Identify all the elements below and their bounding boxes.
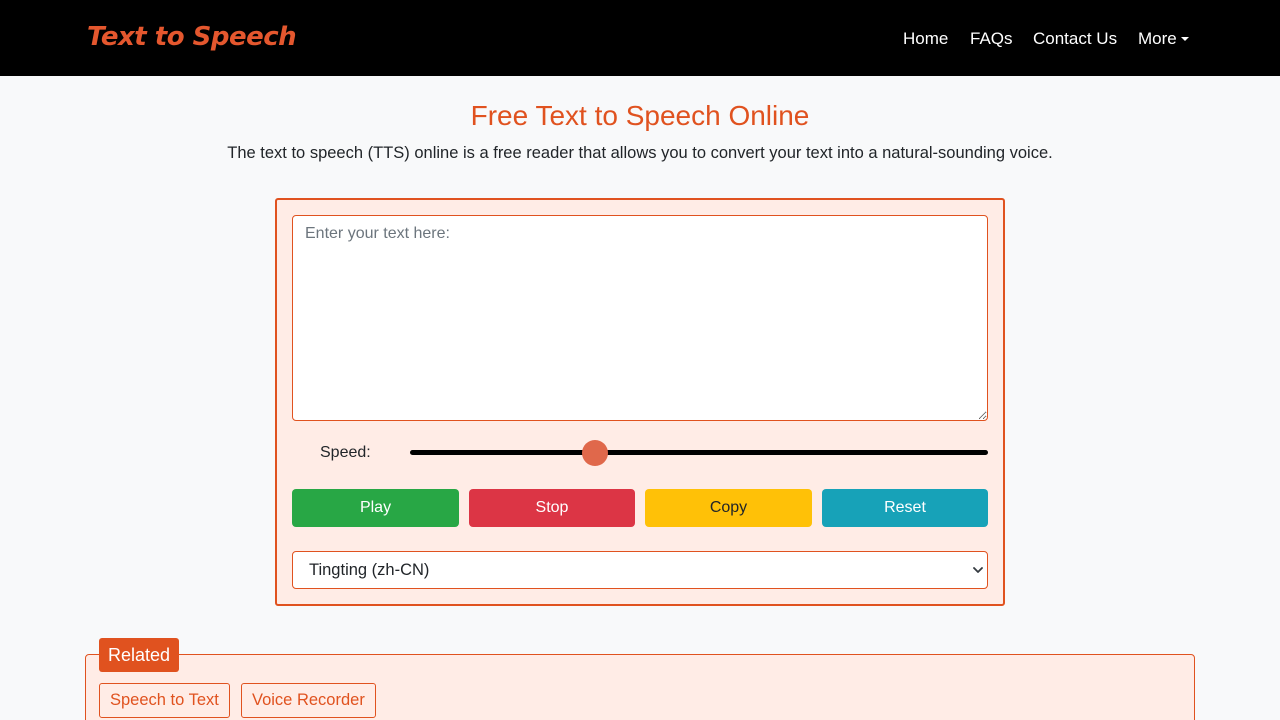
page-subtitle: The text to speech (TTS) online is a fre… bbox=[227, 144, 1053, 162]
copy-button[interactable]: Copy bbox=[645, 489, 812, 527]
top-navbar: Text to Speech Home FAQs Contact Us More bbox=[0, 0, 1280, 76]
play-button[interactable]: Play bbox=[292, 489, 459, 527]
nav-faqs[interactable]: FAQs bbox=[970, 29, 1013, 49]
related-link-voice-recorder[interactable]: Voice Recorder bbox=[241, 683, 376, 718]
related-title: Related bbox=[99, 638, 180, 672]
nav-contact-us[interactable]: Contact Us bbox=[1033, 29, 1117, 49]
nav-home[interactable]: Home bbox=[903, 29, 948, 49]
voice-select-value: Tingting (zh-CN) bbox=[309, 560, 430, 579]
nav-more-dropdown[interactable]: More bbox=[1138, 29, 1189, 49]
text-input[interactable] bbox=[292, 215, 988, 421]
page-title: Free Text to Speech Online bbox=[470, 100, 810, 131]
nav-more-label: More bbox=[1138, 29, 1177, 48]
speed-slider-track[interactable] bbox=[410, 450, 988, 455]
voice-select[interactable]: Tingting (zh-CN) bbox=[292, 551, 988, 589]
reset-button[interactable]: Reset bbox=[822, 489, 988, 527]
chevron-down-icon bbox=[973, 567, 983, 573]
stop-button[interactable]: Stop bbox=[469, 489, 635, 527]
related-link-speech-to-text[interactable]: Speech to Text bbox=[99, 683, 230, 718]
brand-logo[interactable]: Text to Speech bbox=[87, 22, 297, 52]
speed-label: Speed: bbox=[320, 444, 371, 461]
speed-slider-thumb[interactable] bbox=[581, 440, 608, 466]
